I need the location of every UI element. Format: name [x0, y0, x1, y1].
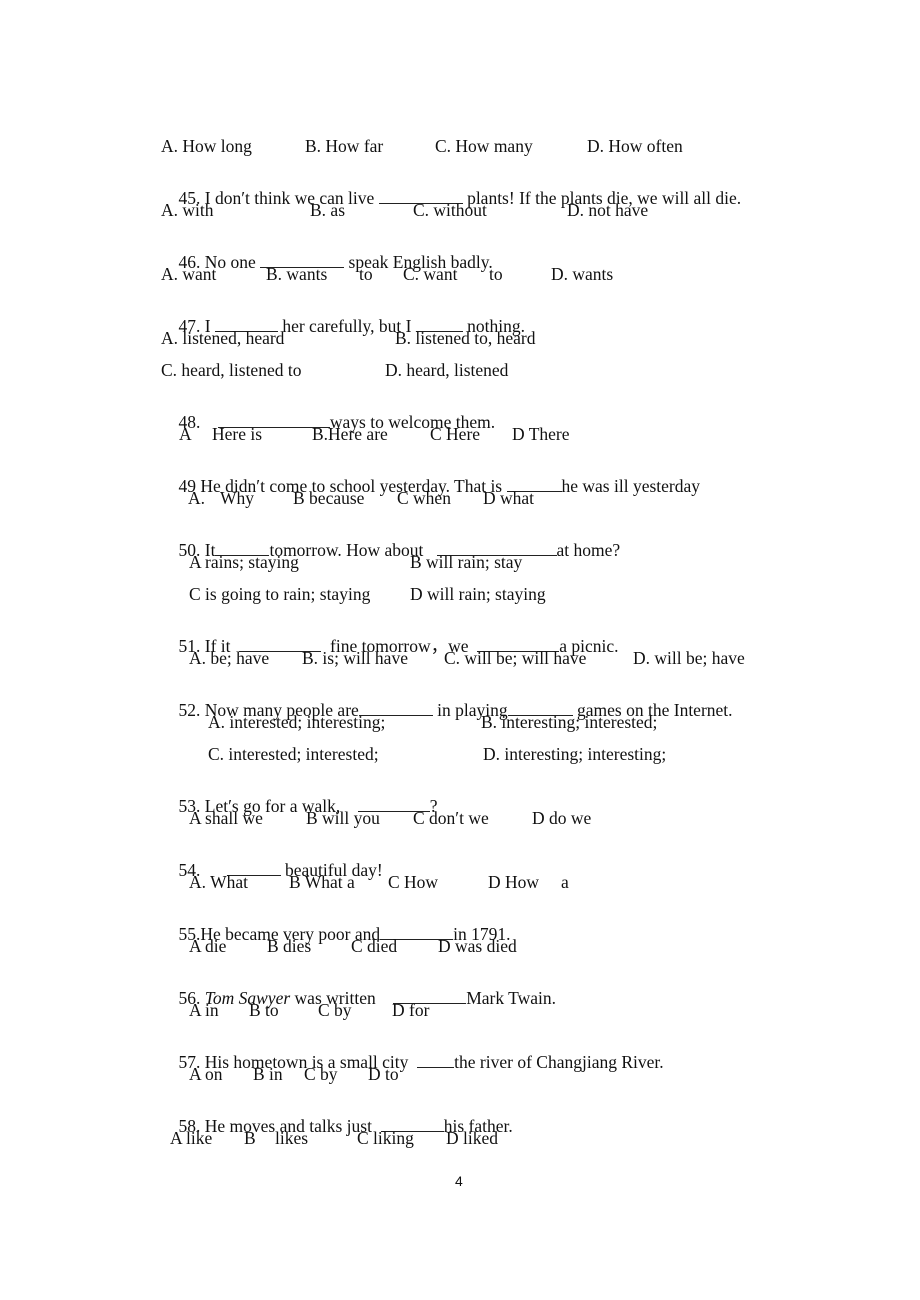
option-b: B. interesting; interested;	[481, 712, 658, 732]
option-d-cont: a	[561, 872, 569, 892]
option-d: D to	[368, 1064, 399, 1084]
option-d: D How	[488, 872, 540, 892]
option-a: A die	[189, 936, 227, 956]
option-d: D was died	[438, 936, 517, 956]
page-number: 4	[455, 1173, 463, 1189]
question-56-stem: 56. Tom Sawyer was written Mark Twain.	[161, 968, 557, 1028]
option-c: C when	[397, 488, 451, 508]
option-b: B dies	[267, 936, 312, 956]
option-d: D liked	[446, 1128, 499, 1148]
option-b: B. listened to, heard	[395, 328, 536, 348]
option-a: A. want	[161, 264, 217, 284]
option-c: C died	[351, 936, 398, 956]
stem-text: I don′t think we can live	[204, 188, 379, 208]
stem-text: Mark Twain.	[466, 988, 557, 1008]
option-c: C. How many	[435, 136, 533, 156]
option-b: B. is; will have	[302, 648, 408, 668]
option-c: C by	[304, 1064, 338, 1084]
option-b: B because	[293, 488, 365, 508]
stem-text: he was ill yesterday	[561, 476, 701, 496]
option-c: C. heard, listened to	[161, 360, 302, 380]
option-a: A like	[170, 1128, 213, 1148]
option-a: A rains; staying	[189, 552, 299, 572]
option-b: B will rain; stay	[410, 552, 523, 572]
option-b: B	[244, 1128, 256, 1148]
option-a: A. with	[161, 200, 214, 220]
option-a: A. be; have	[189, 648, 270, 668]
option-c-cont: to	[489, 264, 503, 284]
option-a: A. interested; interesting;	[208, 712, 386, 732]
option-a-text: Why	[220, 488, 255, 508]
option-b: B. as	[310, 200, 345, 220]
option-a: A. listened, heard	[161, 328, 285, 348]
option-d: D for	[392, 1000, 430, 1020]
option-d: D. wants	[551, 264, 614, 284]
option-c: C How	[388, 872, 439, 892]
option-c: C. want	[403, 264, 458, 284]
option-a: A in	[189, 1000, 219, 1020]
option-c: C don′t we	[413, 808, 489, 828]
option-c: C. will be; will have	[444, 648, 587, 668]
option-b: B.Here are	[312, 424, 388, 444]
option-d: D. interesting; interesting;	[483, 744, 667, 764]
option-b: B to	[249, 1000, 279, 1020]
option-b: B. How far	[305, 136, 384, 156]
option-a: A shall we	[189, 808, 263, 828]
option-a: A on	[189, 1064, 223, 1084]
option-c: C. interested; interested;	[208, 744, 379, 764]
option-a: A. What	[189, 872, 248, 892]
option-b: B will you	[306, 808, 380, 828]
question-58-options: A like B likes C liking D liked	[161, 1128, 498, 1268]
option-d: D. not have	[567, 200, 649, 220]
option-d: D There	[512, 424, 570, 444]
stem-text: the river of Changjiang River.	[454, 1052, 664, 1072]
option-a: A.	[188, 488, 206, 508]
option-d: D will rain; staying	[410, 584, 546, 604]
option-a: A	[179, 424, 192, 444]
option-b-cont: to	[359, 264, 373, 284]
answer-blank[interactable]	[417, 1052, 455, 1068]
option-c: C Here	[430, 424, 481, 444]
option-b: B in	[253, 1064, 283, 1084]
option-a: A. How long	[161, 136, 252, 156]
option-c: C liking	[357, 1128, 414, 1148]
option-d: D. heard, listened	[385, 360, 509, 380]
stem-text: at home?	[556, 540, 621, 560]
option-c: C. without	[413, 200, 487, 220]
option-a-text: Here is	[212, 424, 263, 444]
option-b-text: likes	[275, 1128, 309, 1148]
option-b: B. wants	[266, 264, 328, 284]
exam-page: A. How long B. How far C. How many D. Ho…	[0, 0, 920, 1300]
option-d: D do we	[532, 808, 592, 828]
option-c: C by	[318, 1000, 352, 1020]
option-d: D what	[483, 488, 535, 508]
option-d: D. How often	[587, 136, 683, 156]
option-d: D. will be; have	[633, 648, 745, 668]
question-57-stem: 57. His hometown is a small city the riv…	[161, 1032, 664, 1092]
option-b: B What a	[289, 872, 355, 892]
question-number: 52.	[178, 700, 201, 720]
option-c: C is going to rain; staying	[189, 584, 371, 604]
